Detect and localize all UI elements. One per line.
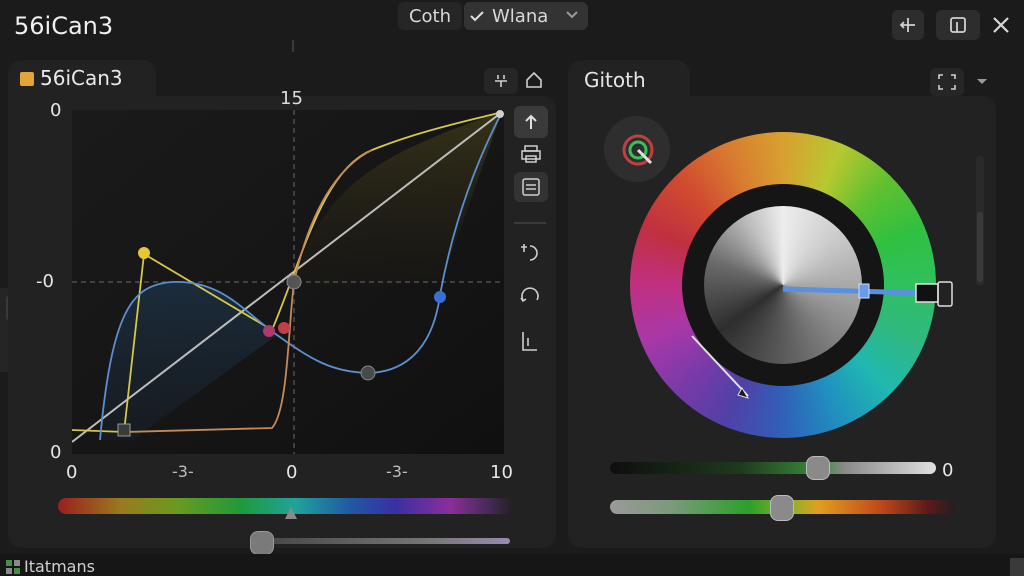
move-tool-button[interactable] [892,10,924,40]
y-label-top: 0 [50,100,62,121]
color-fit-button[interactable] [930,68,964,96]
refresh-icon [520,287,539,303]
control-point-center[interactable] [286,274,302,290]
curve-panel-tab-label: 56iCan3 [40,66,123,90]
control-point-magenta[interactable] [263,325,275,337]
color-wheel-overlay[interactable] [630,132,960,438]
snap-button[interactable] [484,68,518,94]
chevron-down-icon [566,11,578,19]
control-point-top[interactable] [496,110,504,118]
focus-icon [938,74,956,90]
toolbar-divider [514,222,546,224]
hue-marker[interactable] [284,506,298,520]
rotate-button[interactable] [518,240,542,264]
status-bar [0,554,1024,576]
y-label-bottom: 0 [50,442,62,463]
close-icon [993,17,1009,33]
y-label-mid: -0 [36,271,54,292]
save-button[interactable] [514,172,548,202]
lower-slider-thumb[interactable] [250,531,274,555]
app-title: 56iCan3 [14,12,114,40]
x-label-5: 10 [490,462,513,483]
dropdown-left[interactable]: Coth [398,2,462,30]
color-panel-menu[interactable] [976,78,988,86]
saturation-indicator-line [691,335,749,397]
bracket-button[interactable] [520,330,540,352]
color-swatch-handle-end [937,281,953,307]
x-label-1: 0 [66,462,78,483]
hue-indicator-handle [858,283,870,299]
slider1-value: 0 [942,460,954,481]
arrow-up-icon [525,114,537,129]
curve-top-value: 15 [280,88,303,109]
print-button[interactable] [514,140,548,168]
save-icon [522,178,540,196]
lower-slider-track[interactable] [254,538,510,544]
color-swatch-handle [915,283,939,303]
slider1-thumb[interactable] [806,456,830,480]
bracket-icon [522,332,537,351]
color-panel-tab-label: Gitoth [584,68,646,92]
move-icon [899,18,915,32]
control-point-blue[interactable] [434,291,446,303]
curve-graph[interactable] [72,110,504,454]
curve-panel-tab-icon [20,72,34,86]
print-icon [521,145,541,163]
hue-indicator-line [782,286,921,296]
snap-icon [495,75,507,87]
x-label-2: -3- [172,462,194,481]
control-point-grey[interactable] [360,365,376,381]
control-point-square[interactable] [117,423,131,437]
check-icon [470,10,484,22]
rotate-icon [521,244,538,261]
dropdown-right[interactable]: Wlana [464,2,588,30]
dropdown-right-label: Wlana [492,5,549,27]
window-tool-button[interactable] [936,10,980,40]
slider2-thumb[interactable] [770,495,794,521]
x-label-4: -3- [386,462,408,481]
home-button[interactable] [524,70,544,90]
scrollbar-thumb[interactable] [977,212,983,282]
header-divider [292,40,294,52]
x-label-3: 0 [286,462,298,483]
slider1-track[interactable] [610,462,936,474]
dropdown-left-label: Coth [408,5,452,27]
close-button[interactable] [990,14,1012,36]
triangle-marker-icon [285,507,297,519]
status-grid-icon [6,560,20,574]
control-point-red[interactable] [278,322,290,334]
chevron-down-icon [977,79,987,84]
home-icon [526,71,542,88]
arrow-up-button[interactable] [514,106,548,138]
status-text: Itatmans [24,557,95,576]
reset-button[interactable] [518,286,542,310]
control-point-yellow[interactable] [138,247,150,259]
window-icon [950,17,966,33]
status-corner [1010,558,1024,576]
